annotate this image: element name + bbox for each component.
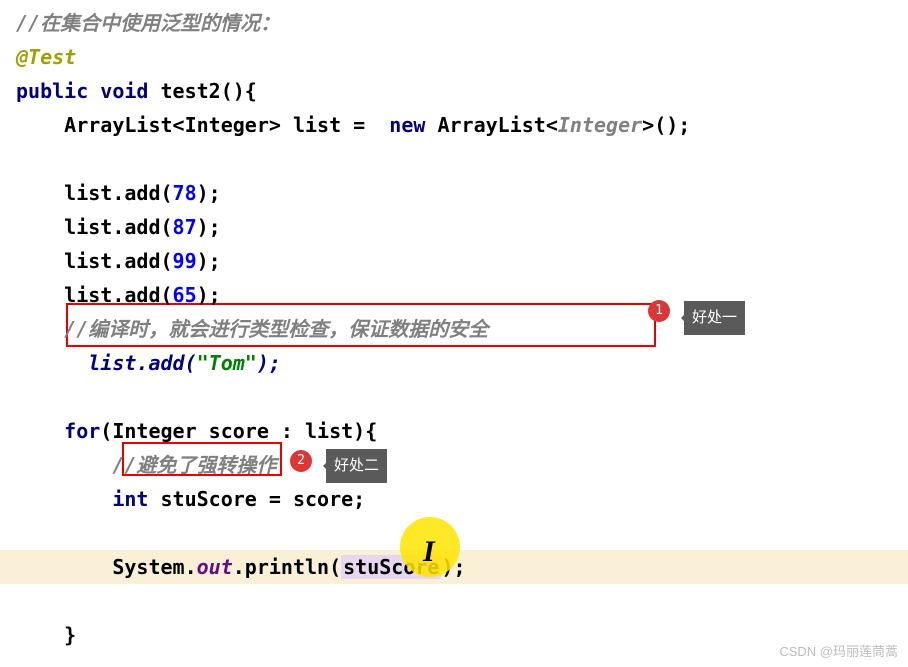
keyword-void: void	[100, 79, 148, 103]
code-comment: //在集合中使用泛型的情况：	[16, 11, 280, 35]
code-editor[interactable]: //在集合中使用泛型的情况： @Test public void test2()…	[16, 6, 908, 652]
keyword-new: new	[389, 113, 425, 137]
keyword-for: for	[64, 419, 100, 443]
code-comment: //编译时，就会进行类型检查，保证数据的安全	[16, 317, 488, 341]
text-cursor-icon: I	[423, 526, 435, 577]
method-name: test2(){	[161, 79, 257, 103]
number-literal: 87	[173, 215, 197, 239]
keyword-public: public	[16, 79, 88, 103]
string-literal: "Tom"	[197, 351, 257, 375]
type-param: Integer	[558, 113, 642, 137]
code-annotation: @Test	[16, 45, 76, 69]
keyword-int: int	[112, 487, 148, 511]
code-text: ArrayList<Integer> list =	[16, 113, 377, 137]
static-field-out: out	[197, 555, 233, 579]
number-literal: 78	[173, 181, 197, 205]
code-comment: //避免了强转操作	[16, 453, 276, 477]
number-literal: 99	[173, 249, 197, 273]
number-literal: 65	[173, 283, 197, 307]
